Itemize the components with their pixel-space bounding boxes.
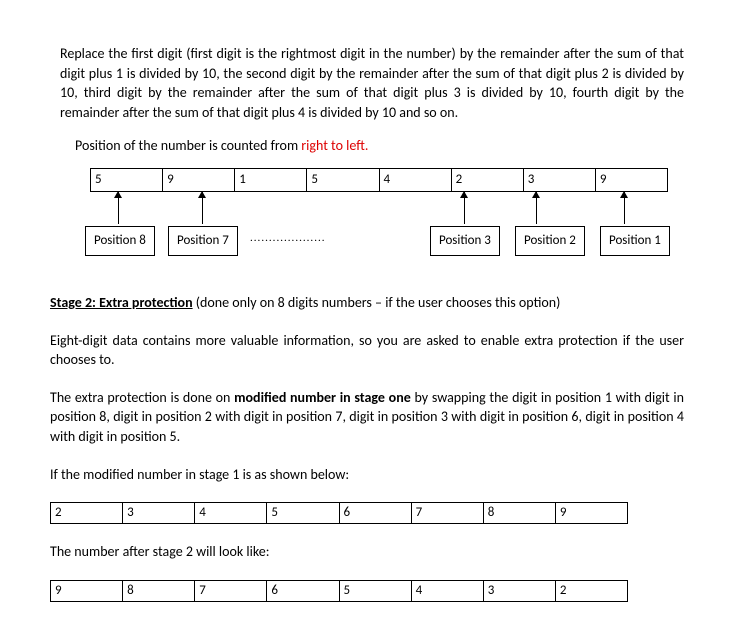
arrow-icon	[624, 192, 625, 224]
stage2-heading: Stage 2: Extra protection	[50, 294, 193, 311]
digit-cell: 5	[91, 169, 163, 191]
digit-cell: 9	[596, 169, 667, 191]
arrow-icon	[536, 192, 537, 224]
diagram-stage1: 5 9 1 5 4 2 3 9 Position 8 Position 7 ..…	[90, 168, 670, 268]
position1-box: Position 1	[600, 226, 670, 256]
desc2-prefix: The extra protection is done on	[50, 389, 234, 406]
stage2-desc3: If the modified number in stage 1 is as …	[50, 465, 684, 485]
arrow-icon	[202, 192, 203, 224]
intro-paragraph: Replace the first digit (first digit is …	[60, 44, 684, 122]
digit-cell: 4	[380, 169, 452, 191]
desc2-bold: modified number in stage one	[234, 389, 411, 406]
stage2-heading-line: Stage 2: Extra protection (done only on …	[50, 293, 684, 313]
cell: 8	[123, 581, 195, 601]
cell: 5	[267, 503, 339, 523]
position7-box: Position 7	[168, 226, 238, 256]
cell: 5	[340, 581, 412, 601]
cell: 4	[195, 503, 267, 523]
cell: 7	[195, 581, 267, 601]
cell: 9	[556, 503, 627, 523]
right-to-left-text: right to left.	[301, 137, 368, 154]
arrow-icon	[464, 192, 465, 224]
result-number-row: 9 8 7 6 5 4 3 2	[50, 580, 628, 602]
stage2-desc1: Eight-digit data contains more valuable …	[50, 331, 684, 370]
cell: 3	[123, 503, 195, 523]
cell: 9	[51, 581, 123, 601]
position2-box: Position 2	[515, 226, 585, 256]
cell: 6	[267, 581, 339, 601]
position-direction-prefix: Position of the number is counted from	[75, 137, 301, 154]
digit-cell: 9	[163, 169, 235, 191]
arrow-icon	[118, 192, 119, 224]
modified-number-row: 2 3 4 5 6 7 8 9	[50, 502, 628, 524]
digit-row: 5 9 1 5 4 2 3 9	[90, 168, 668, 192]
digit-cell: 2	[452, 169, 524, 191]
digit-cell: 1	[235, 169, 307, 191]
stage2-suffix: (done only on 8 digits numbers – if the …	[193, 294, 561, 311]
position8-box: Position 8	[85, 226, 155, 256]
cell: 4	[412, 581, 484, 601]
cell: 3	[484, 581, 556, 601]
stage2-desc4: The number after stage 2 will look like:	[50, 542, 684, 562]
position-direction-line: Position of the number is counted from r…	[75, 136, 684, 156]
stage2-desc2: The extra protection is done on modified…	[50, 388, 684, 447]
cell: 8	[484, 503, 556, 523]
cell: 2	[51, 503, 123, 523]
position3-box: Position 3	[430, 226, 500, 256]
digit-cell: 3	[524, 169, 596, 191]
ellipsis-dots: ....................	[250, 230, 326, 245]
cell: 7	[412, 503, 484, 523]
digit-cell: 5	[307, 169, 379, 191]
cell: 2	[556, 581, 627, 601]
cell: 6	[340, 503, 412, 523]
